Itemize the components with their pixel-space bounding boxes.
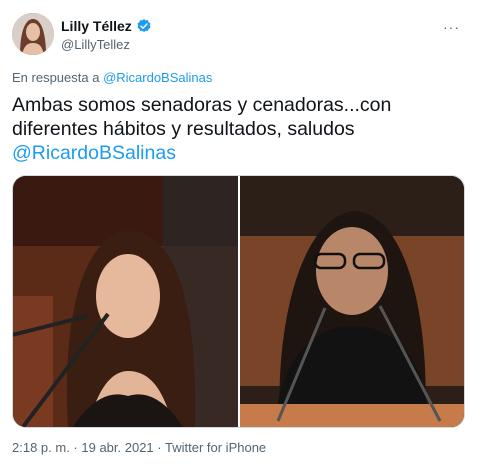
tweet-client[interactable]: Twitter for iPhone (165, 440, 266, 455)
more-options-icon[interactable]: ··· (443, 19, 460, 35)
photo-left[interactable] (13, 176, 238, 427)
meta-separator: · (153, 440, 165, 455)
tweet-card: Lilly Téllez @LillyTellez ··· En respues… (0, 0, 477, 466)
tweet-mention-link[interactable]: @RicardoBSalinas (12, 142, 176, 164)
photo-right[interactable] (240, 176, 464, 427)
media-grid (12, 175, 465, 428)
author-handle[interactable]: @LillyTellez (61, 37, 130, 52)
tweet-date[interactable]: 19 abr. 2021 (81, 440, 153, 455)
tweet-text-line: Ambas somos senadoras y cenadoras...con (12, 94, 392, 116)
author-name-row: Lilly Téllez (61, 18, 152, 34)
tweet-text: Ambas somos senadoras y cenadoras...con … (12, 93, 467, 165)
tweet-text-line: diferentes hábitos y resultados, saludos (12, 118, 355, 140)
tweet-time[interactable]: 2:18 p. m. (12, 440, 70, 455)
verified-badge-icon (136, 18, 152, 34)
reply-target-link[interactable]: @RicardoBSalinas (103, 70, 212, 85)
tweet-metadata: 2:18 p. m. · 19 abr. 2021 · Twitter for … (12, 440, 266, 455)
author-display-name[interactable]: Lilly Téllez (61, 18, 132, 34)
reply-prefix: En respuesta a (12, 70, 104, 85)
meta-separator: · (69, 440, 82, 455)
avatar[interactable] (12, 13, 54, 55)
reply-context: En respuesta a @RicardoBSalinas (12, 70, 212, 85)
